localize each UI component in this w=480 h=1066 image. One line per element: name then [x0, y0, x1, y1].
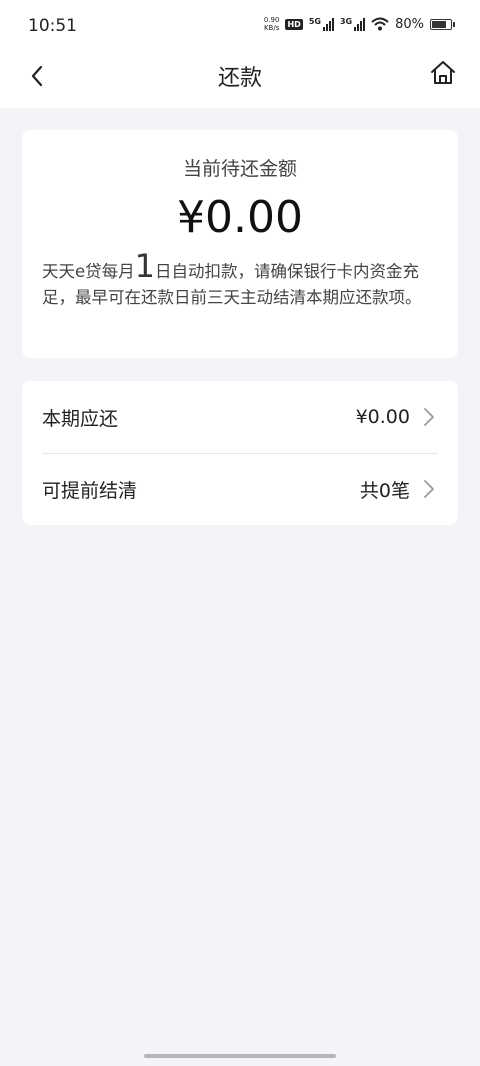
current-period-due-row[interactable]: 本期应还 ¥0.00: [22, 381, 458, 453]
home-icon[interactable]: [428, 58, 458, 88]
early-settlement-value: 共0笔: [359, 479, 410, 502]
notice-prefix: 天天e贷每月: [42, 262, 135, 281]
wifi-icon: [371, 17, 389, 31]
early-settlement-row[interactable]: 可提前结清 共0笔: [22, 453, 458, 525]
battery-icon: [430, 18, 455, 30]
signal-5g-icon: 5G: [309, 17, 334, 31]
current-period-due-label: 本期应还: [42, 407, 119, 430]
status-bar: 10:51 0.90 KB/s HD 5G 3G 80%: [0, 0, 480, 52]
network-speed: 0.90 KB/s: [264, 16, 280, 32]
signal-3g-icon: 3G: [339, 17, 366, 31]
network-speed-value: 0.90: [263, 16, 280, 24]
home-indicator[interactable]: [144, 1054, 336, 1058]
signal-5g-label: 5G: [308, 17, 321, 26]
notice-day: 1: [134, 247, 156, 285]
amount-value: ¥0.00: [177, 192, 303, 243]
page-title: 还款: [217, 66, 262, 91]
signal-3g-label: 3G: [339, 17, 353, 26]
network-speed-unit: KB/s: [263, 24, 280, 32]
early-settlement-label: 可提前结清: [42, 479, 138, 502]
repayment-notice: 天天e贷每月1日自动扣款，请确保银行卡内资金充足，最早可在还款日前三天主动结清本…: [42, 250, 442, 311]
repayment-summary-card: 当前待还金额 ¥0.00 天天e贷每月1日自动扣款，请确保银行卡内资金充足，最早…: [22, 130, 458, 358]
amount-label: 当前待还金额: [182, 158, 297, 180]
battery-percent: 80%: [395, 16, 424, 32]
battery-fill: [432, 20, 446, 28]
current-period-due-value: ¥0.00: [355, 406, 410, 428]
status-time: 10:51: [28, 16, 77, 36]
status-icons: 0.90 KB/s HD 5G 3G 80%: [264, 16, 455, 32]
chevron-right-icon: [424, 480, 434, 498]
hd-icon: HD: [285, 18, 303, 30]
nav-bar: 还款: [0, 52, 480, 108]
repayment-options-list: 本期应还 ¥0.00 可提前结清 共0笔: [22, 381, 458, 525]
chevron-right-icon: [424, 408, 434, 426]
